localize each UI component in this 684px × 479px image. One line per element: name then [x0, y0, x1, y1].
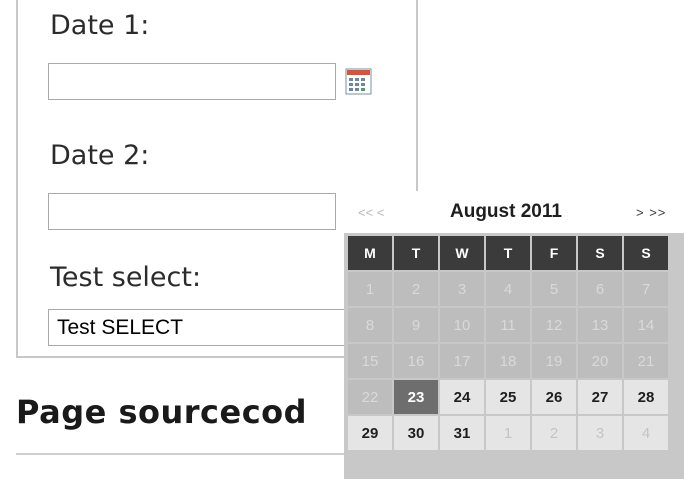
day-cell-disabled: 17 [440, 344, 484, 378]
day-cell-disabled: 8 [348, 308, 392, 342]
day-cell-disabled: 15 [348, 344, 392, 378]
day-cell-disabled: 3 [440, 272, 484, 306]
day-cell-disabled: 16 [394, 344, 438, 378]
weekday-header: M [348, 236, 392, 270]
day-cell-disabled: 13 [578, 308, 622, 342]
day-cell[interactable]: 31 [440, 416, 484, 450]
date1-input[interactable] [48, 63, 336, 100]
datepicker-popup: << < August 2011 > >> M T W T F S S 1 2 … [344, 191, 684, 479]
heading-divider [16, 453, 346, 455]
day-cell-disabled: 1 [348, 272, 392, 306]
day-cell-disabled: 11 [486, 308, 530, 342]
day-cell[interactable]: 24 [440, 380, 484, 414]
day-cell-disabled: 10 [440, 308, 484, 342]
day-cell-disabled: 12 [532, 308, 576, 342]
next-month-button[interactable]: > >> [636, 205, 666, 220]
day-cell-next-month: 2 [532, 416, 576, 450]
prev-month-button[interactable]: << < [358, 205, 384, 220]
day-cell-disabled: 6 [578, 272, 622, 306]
day-cell-disabled: 22 [348, 380, 392, 414]
test-select[interactable]: Test SELECT [48, 309, 368, 346]
weekday-header: W [440, 236, 484, 270]
day-cell-disabled: 19 [532, 344, 576, 378]
page-heading: Page sourcecod [16, 393, 308, 431]
day-cell-disabled: 5 [532, 272, 576, 306]
day-cell-today[interactable]: 23 [394, 380, 438, 414]
day-cell-disabled: 7 [624, 272, 668, 306]
day-cell-disabled: 4 [486, 272, 530, 306]
day-cell-disabled: 18 [486, 344, 530, 378]
date1-label: Date 1: [50, 10, 150, 41]
calendar-icon[interactable] [345, 68, 372, 95]
date2-input[interactable] [48, 193, 336, 230]
weekday-header: S [578, 236, 622, 270]
month-title: August 2011 [450, 201, 562, 222]
day-cell[interactable]: 28 [624, 380, 668, 414]
day-cell[interactable]: 26 [532, 380, 576, 414]
day-cell-disabled: 21 [624, 344, 668, 378]
day-cell-next-month: 1 [486, 416, 530, 450]
day-cell[interactable]: 25 [486, 380, 530, 414]
datepicker-header: << < August 2011 > >> [344, 191, 684, 233]
day-cell[interactable]: 29 [348, 416, 392, 450]
select-label: Test select: [50, 262, 202, 293]
date2-label: Date 2: [50, 140, 150, 171]
weekday-header: F [532, 236, 576, 270]
day-cell-disabled: 9 [394, 308, 438, 342]
weekday-header: S [624, 236, 668, 270]
day-cell-disabled: 20 [578, 344, 622, 378]
day-cell-next-month: 3 [578, 416, 622, 450]
calendar-grid: M T W T F S S 1 2 3 4 5 6 7 8 9 10 11 12… [348, 236, 668, 450]
day-cell-disabled: 14 [624, 308, 668, 342]
day-cell-next-month: 4 [624, 416, 668, 450]
day-cell-disabled: 2 [394, 272, 438, 306]
weekday-header: T [486, 236, 530, 270]
day-cell[interactable]: 30 [394, 416, 438, 450]
day-cell[interactable]: 27 [578, 380, 622, 414]
weekday-header: T [394, 236, 438, 270]
